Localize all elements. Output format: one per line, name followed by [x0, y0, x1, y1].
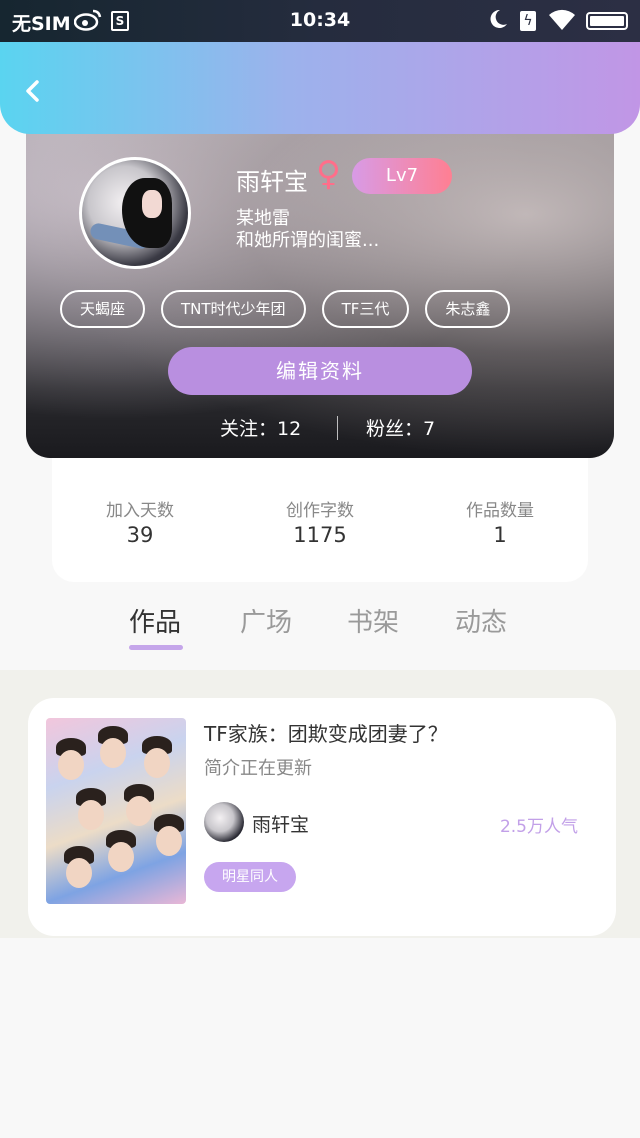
stat-value: 1: [493, 523, 507, 547]
bio: 某地雷 和她所谓的闺蜜...: [236, 208, 379, 252]
tab-bar: 作品 广场 书架 动态: [0, 598, 640, 670]
work-card[interactable]: TF家族：团欺变成团妻了？ 简介正在更新 雨轩宝 2.5万人气 明星同人: [28, 698, 616, 936]
following-count[interactable]: 关注：12: [220, 414, 301, 441]
battery-icon: [586, 12, 628, 30]
header-bar: [0, 42, 640, 134]
stat-label: 加入天数: [106, 501, 174, 521]
work-cover-image[interactable]: [46, 718, 186, 904]
tab-activity[interactable]: 动态: [455, 602, 507, 639]
clock: 10:34: [289, 9, 351, 31]
tag-item[interactable]: TNT时代少年团: [161, 290, 306, 328]
tab-works[interactable]: 作品: [129, 602, 181, 639]
charging-icon: ϟ: [520, 11, 536, 31]
work-description: 简介正在更新: [204, 758, 312, 779]
works-list: TF家族：团欺变成团妻了？ 简介正在更新 雨轩宝 2.5万人气 明星同人: [0, 670, 640, 938]
status-bar: 无SIM S 10:34 ϟ: [0, 0, 640, 42]
edit-profile-button[interactable]: 编辑资料: [168, 347, 472, 395]
stat-label: 创作字数: [286, 501, 354, 521]
profile-card: 雨轩宝 ♀ Lv7 某地雷 和她所谓的闺蜜... 天蝎座 TNT时代少年团 TF…: [26, 110, 614, 458]
tag-item[interactable]: TF三代: [321, 290, 410, 328]
tag-item[interactable]: 天蝎座: [60, 290, 146, 328]
tag-item[interactable]: 朱志鑫: [425, 290, 511, 328]
bio-line-1: 某地雷: [236, 208, 290, 229]
stats-panel: 加入天数 39 创作字数 1175 作品数量 1: [52, 458, 588, 582]
author-name[interactable]: 雨轩宝: [252, 810, 309, 837]
stat-label: 作品数量: [466, 501, 534, 521]
work-category-tag[interactable]: 明星同人: [204, 862, 296, 892]
tab-square[interactable]: 广场: [240, 602, 292, 639]
popularity: 2.5万人气: [499, 817, 578, 837]
wifi-icon: [548, 8, 576, 32]
bio-line-2: 和她所谓的闺蜜...: [236, 230, 380, 251]
divider: [337, 416, 338, 440]
work-title[interactable]: TF家族：团欺变成团妻了？: [204, 718, 448, 747]
followers-count[interactable]: 粉丝：7: [366, 414, 435, 441]
tag-list: 天蝎座 TNT时代少年团 TF三代 朱志鑫: [60, 290, 511, 328]
stat-word-count: 创作字数 1175: [250, 496, 390, 547]
author-avatar[interactable]: [204, 802, 244, 842]
username: 雨轩宝: [236, 168, 308, 196]
stat-join-days: 加入天数 39: [70, 496, 210, 547]
active-tab-indicator: [129, 645, 183, 650]
level-badge: Lv7: [352, 158, 452, 194]
avatar[interactable]: [79, 157, 191, 269]
moon-icon: [488, 8, 508, 35]
stat-value: 1175: [293, 523, 347, 547]
female-icon: ♀: [316, 154, 341, 194]
stat-works-count: 作品数量 1: [430, 496, 570, 547]
stat-value: 39: [126, 523, 154, 547]
back-icon[interactable]: [22, 80, 44, 102]
tab-bookshelf[interactable]: 书架: [347, 602, 399, 639]
